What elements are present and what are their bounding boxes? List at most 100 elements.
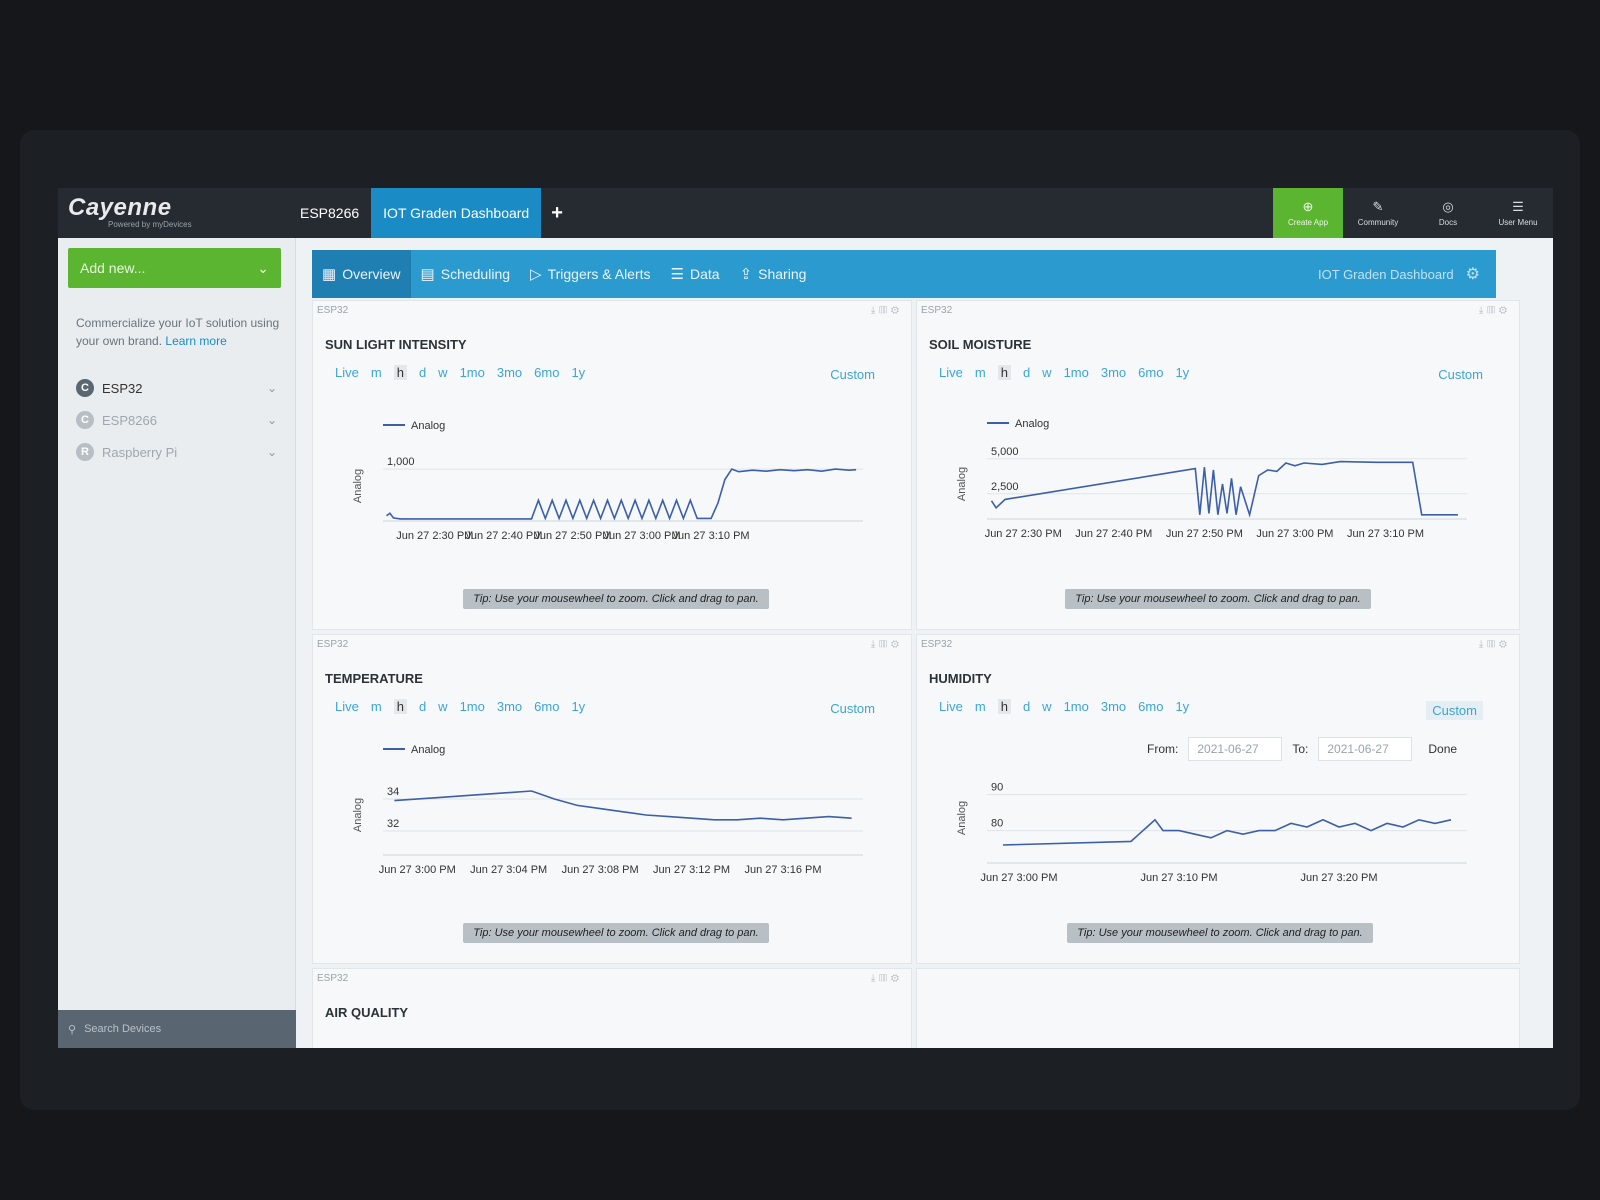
range-h[interactable]: h	[997, 699, 1011, 714]
x-tick-label: Jun 27 3:00 PM	[379, 864, 456, 876]
tab-sharing[interactable]: ⇪ Sharing	[730, 250, 817, 298]
temperature-chart[interactable]: 32 34 Jun 27 3:00 PM Jun 27 3:04 PM Jun 27 3…	[323, 735, 903, 895]
range-w[interactable]: w	[438, 365, 447, 380]
sun-light-chart[interactable]: 1,000Jun 27 2:30 PMJun 27 2:40 PMJun 27 …	[323, 411, 903, 551]
range-3mo[interactable]: 3mo	[1101, 699, 1126, 714]
tab-scheduling[interactable]: ▤ Scheduling	[411, 250, 520, 298]
range-6mo[interactable]: 6mo	[534, 699, 559, 714]
sidebar-item-esp8266[interactable]: C ESP8266 ⌄	[58, 404, 295, 436]
range-1y[interactable]: 1y	[571, 365, 585, 380]
create-app-label: Create App	[1287, 218, 1329, 227]
community-button[interactable]: ✎ Community	[1343, 188, 1413, 238]
settings-icon[interactable]: ⚙	[891, 305, 903, 316]
settings-icon[interactable]: ⚙	[891, 639, 903, 650]
tab-iot-garden-dashboard[interactable]: IOT Graden Dashboard	[371, 188, 542, 238]
tab-triggers-alerts[interactable]: ▷ Triggers & Alerts	[520, 250, 661, 298]
user-menu-button[interactable]: ☰ User Menu	[1483, 188, 1553, 238]
chevron-down-icon[interactable]: ⌄	[267, 381, 277, 395]
range-live[interactable]: Live	[939, 365, 963, 380]
range-1mo[interactable]: 1mo	[460, 365, 485, 380]
to-label: To:	[1292, 742, 1309, 756]
chart-type-icon[interactable]: ▥	[879, 639, 891, 650]
widget-empty	[916, 968, 1520, 1048]
range-live[interactable]: Live	[335, 699, 359, 714]
gear-icon[interactable]: ⚙	[1466, 264, 1496, 284]
range-1mo[interactable]: 1mo	[1064, 365, 1089, 380]
range-m[interactable]: m	[975, 699, 986, 714]
settings-icon[interactable]: ⚙	[1499, 305, 1511, 316]
custom-range-button[interactable]: Custom	[1438, 367, 1483, 382]
range-h[interactable]: h	[997, 365, 1011, 380]
tab-overview[interactable]: ▦ Overview	[312, 250, 411, 298]
range-d[interactable]: d	[419, 699, 426, 714]
range-6mo[interactable]: 6mo	[1138, 365, 1163, 380]
range-1mo[interactable]: 1mo	[1064, 699, 1089, 714]
range-3mo[interactable]: 3mo	[497, 365, 522, 380]
custom-range-button[interactable]: Custom	[830, 701, 875, 716]
range-h[interactable]: h	[393, 699, 407, 714]
sidebar-item-raspberry-pi[interactable]: R Raspberry Pi ⌄	[58, 436, 295, 468]
range-3mo[interactable]: 3mo	[1101, 365, 1126, 380]
y-tick-label: 34	[387, 786, 399, 798]
range-1y[interactable]: 1y	[571, 699, 585, 714]
from-date-input[interactable]: 2021-06-27	[1188, 737, 1283, 761]
x-tick-label: Jun 27 2:40 PM	[465, 530, 542, 542]
chart-type-icon[interactable]: ▥	[1487, 639, 1499, 650]
chevron-down-icon[interactable]: ⌄	[267, 445, 277, 459]
range-live[interactable]: Live	[939, 699, 963, 714]
tab-data[interactable]: ☰ Data	[661, 250, 730, 298]
tab-esp8266[interactable]: ESP8266	[288, 188, 371, 238]
dashboard-title: IOT Graden Dashboard	[1318, 266, 1454, 282]
range-live[interactable]: Live	[335, 365, 359, 380]
chart-type-icon[interactable]: ▥	[879, 305, 891, 316]
add-tab-button[interactable]: +	[541, 188, 573, 238]
raspberry-pi-icon: R	[76, 443, 94, 461]
overview-icon: ▦	[322, 266, 337, 283]
soil-moisture-chart[interactable]: 2,500 5,000 Jun 27 2:30 PM Jun 27 2:40 PM Ju…	[927, 409, 1507, 549]
range-1y[interactable]: 1y	[1175, 365, 1189, 380]
chart-type-icon[interactable]: ▥	[879, 973, 891, 984]
widget-air-quality: ESP32 ⤓▥⚙ AIR QUALITY	[312, 968, 912, 1048]
range-selector: Live m h d w 1mo 3mo 6mo 1y	[939, 365, 1189, 380]
share-icon: ⇪	[739, 266, 753, 283]
series-line	[1002, 818, 1452, 846]
custom-range-button[interactable]: Custom	[830, 367, 875, 382]
range-w[interactable]: w	[438, 699, 447, 714]
sidebar-item-esp32[interactable]: C ESP32 ⌄	[58, 372, 295, 404]
tab-label: Sharing	[758, 266, 807, 282]
range-h[interactable]: h	[393, 365, 407, 380]
range-m[interactable]: m	[371, 699, 382, 714]
legend-label: Analog	[411, 744, 445, 756]
chevron-down-icon[interactable]: ⌄	[267, 413, 277, 427]
range-w[interactable]: w	[1042, 699, 1051, 714]
range-6mo[interactable]: 6mo	[534, 365, 559, 380]
create-app-button[interactable]: ⊕ Create App	[1273, 188, 1343, 238]
settings-icon[interactable]: ⚙	[1499, 639, 1511, 650]
community-label: Community	[1357, 218, 1399, 227]
learn-more-link[interactable]: Learn more	[165, 334, 226, 348]
range-d[interactable]: d	[1023, 365, 1030, 380]
tab-label: Triggers & Alerts	[547, 266, 651, 282]
range-1y[interactable]: 1y	[1175, 699, 1189, 714]
chart-type-icon[interactable]: ▥	[1487, 305, 1499, 316]
x-tick-label: Jun 27 2:30 PM	[985, 528, 1062, 540]
custom-range-button[interactable]: Custom	[1426, 701, 1483, 720]
range-d[interactable]: d	[419, 365, 426, 380]
range-m[interactable]: m	[371, 365, 382, 380]
search-devices-input[interactable]: ⚲ Search Devices	[58, 1010, 296, 1048]
app-logo[interactable]: Cayenne Powered by myDevices	[58, 188, 288, 238]
widget-title: HUMIDITY	[929, 671, 992, 686]
humidity-chart[interactable]: 80 90 Jun 27 3:00 PM Jun 27 3:10 PM Jun 27 3…	[927, 763, 1507, 893]
done-button[interactable]: Done	[1428, 742, 1457, 756]
range-m[interactable]: m	[975, 365, 986, 380]
range-1mo[interactable]: 1mo	[460, 699, 485, 714]
range-w[interactable]: w	[1042, 365, 1051, 380]
add-new-dropdown[interactable]: Add new... ⌄	[68, 248, 281, 288]
settings-icon[interactable]: ⚙	[891, 973, 903, 984]
to-date-input[interactable]: 2021-06-27	[1318, 737, 1413, 761]
docs-button[interactable]: ◎ Docs	[1413, 188, 1483, 238]
zoom-tip: Tip: Use your mousewheel to zoom. Click …	[463, 589, 769, 609]
range-d[interactable]: d	[1023, 699, 1030, 714]
range-3mo[interactable]: 3mo	[497, 699, 522, 714]
range-6mo[interactable]: 6mo	[1138, 699, 1163, 714]
